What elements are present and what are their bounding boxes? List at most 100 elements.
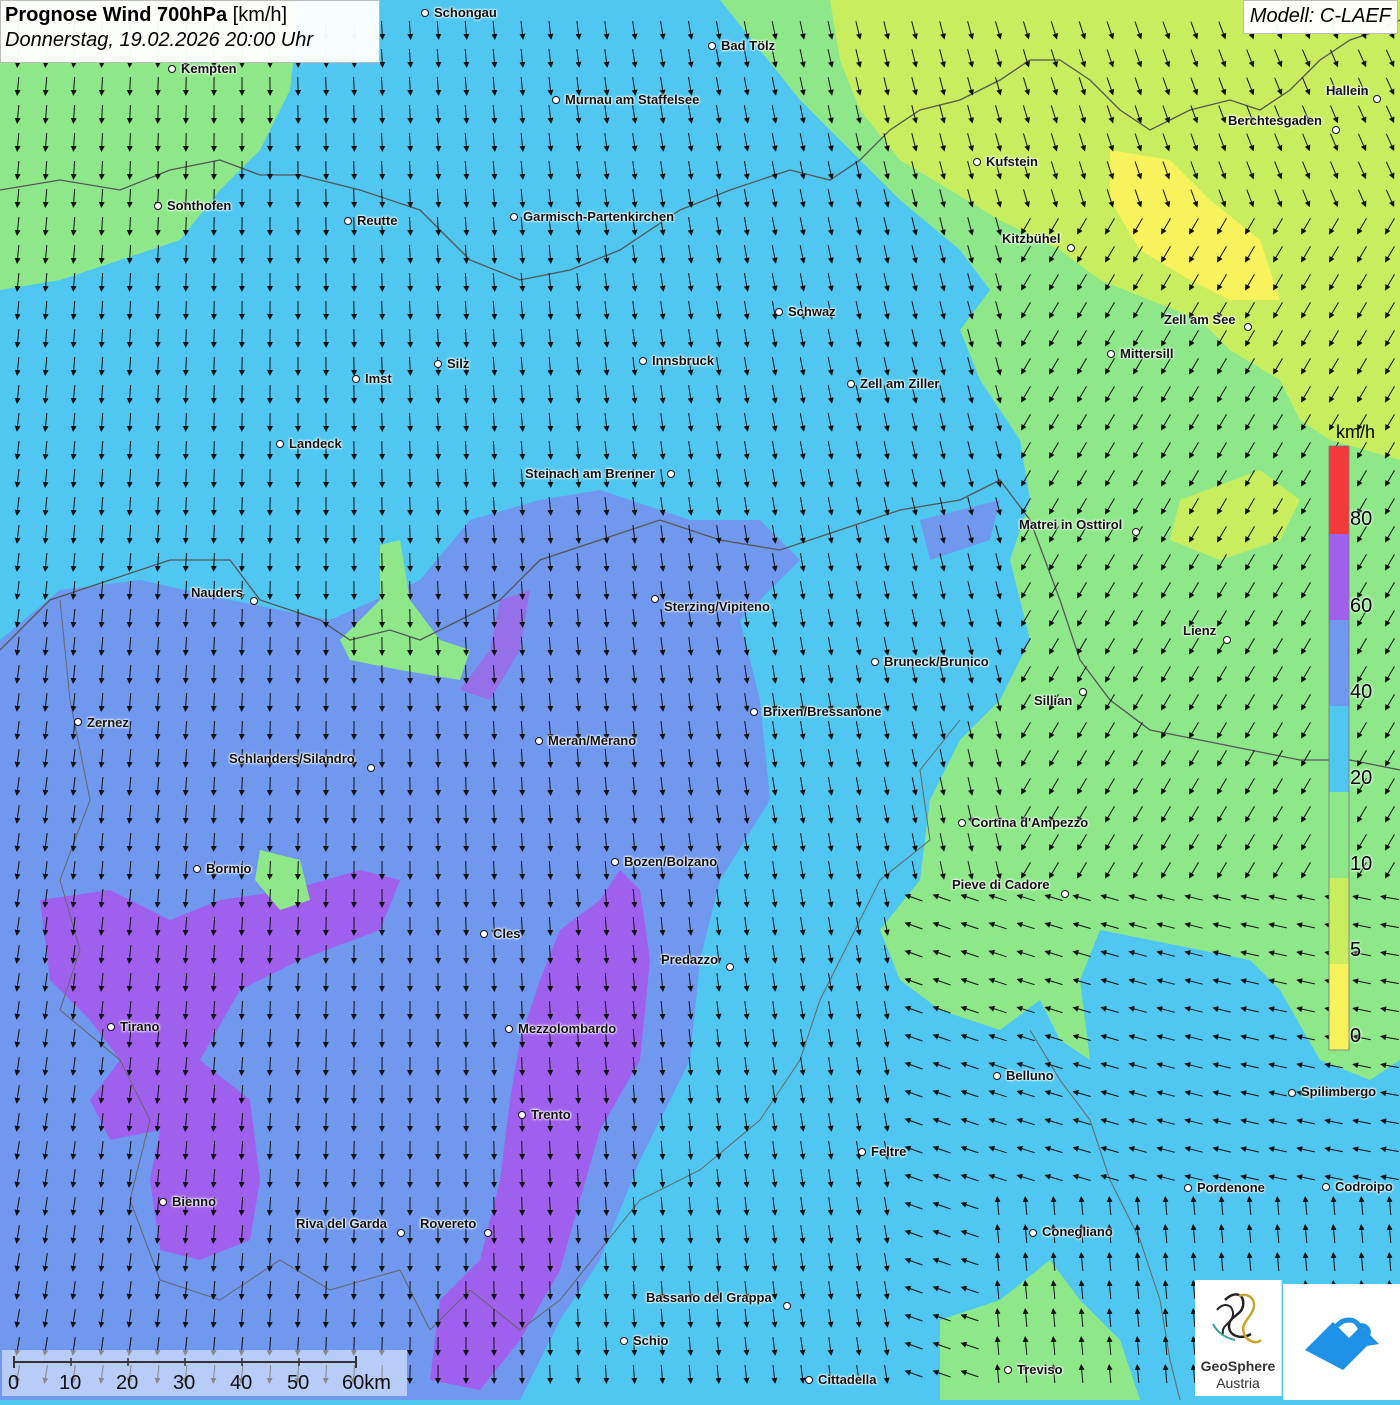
wind-arrow bbox=[494, 1001, 495, 1019]
city-marker bbox=[367, 764, 375, 772]
city-marker bbox=[993, 1072, 1001, 1080]
scale-label-30: 30 bbox=[173, 1372, 195, 1395]
wind-arrow bbox=[522, 1197, 523, 1215]
wind-arrow bbox=[326, 1169, 327, 1187]
forecast-datetime: Donnerstag, 19.02.2026 20:00 Uhr bbox=[5, 29, 375, 52]
city-marker bbox=[708, 42, 716, 50]
city-label: Schongau bbox=[434, 6, 497, 20]
city-marker bbox=[397, 1229, 405, 1237]
city-label: Schlanders/Silandro bbox=[229, 752, 355, 766]
city-marker bbox=[518, 1111, 526, 1119]
geosphere-country: Austria bbox=[1195, 1375, 1281, 1391]
city-marker bbox=[858, 1148, 866, 1156]
wind-arrow bbox=[466, 777, 467, 795]
wind-arrow bbox=[522, 1169, 523, 1187]
wind-arrow bbox=[242, 553, 243, 571]
scale-label-50: 50 bbox=[287, 1372, 309, 1395]
wind-arrow bbox=[438, 749, 439, 767]
city-marker bbox=[1079, 688, 1087, 696]
city-label: Zernez bbox=[87, 716, 129, 730]
city-marker bbox=[620, 1337, 628, 1345]
wind-arrow bbox=[158, 133, 159, 151]
wind-arrow bbox=[242, 665, 243, 683]
wind-arrow bbox=[354, 1169, 355, 1187]
wind-arrow bbox=[214, 413, 215, 431]
city-marker bbox=[1288, 1089, 1296, 1097]
city-marker bbox=[958, 819, 966, 827]
wind-arrow bbox=[298, 889, 299, 907]
city-marker bbox=[276, 440, 284, 448]
geosphere-emblem-icon bbox=[1195, 1280, 1281, 1358]
wind-arrow bbox=[326, 1141, 327, 1159]
wind-arrow bbox=[326, 1057, 327, 1075]
city-marker bbox=[1132, 528, 1140, 536]
geosphere-logo[interactable]: GeoSphere Austria bbox=[1195, 1280, 1282, 1396]
wind-arrow bbox=[354, 245, 355, 263]
city-label: Bienno bbox=[172, 1195, 216, 1209]
city-label: Trento bbox=[531, 1108, 571, 1122]
city-label: Berchtesgaden bbox=[1228, 114, 1322, 128]
city-marker bbox=[480, 930, 488, 938]
wind-arrow bbox=[270, 777, 271, 795]
wind-arrow bbox=[354, 105, 355, 123]
city-label: Imst bbox=[365, 372, 392, 386]
city-marker bbox=[484, 1229, 492, 1237]
wind-arrow bbox=[326, 1029, 327, 1047]
city-marker bbox=[535, 737, 543, 745]
wind-arrow bbox=[298, 861, 299, 879]
wind-arrow bbox=[466, 889, 467, 907]
city-label: Treviso bbox=[1017, 1363, 1063, 1377]
wind-arrow bbox=[270, 721, 271, 739]
city-label: Garmisch-Partenkirchen bbox=[523, 210, 674, 224]
scale-label-0: 0 bbox=[8, 1372, 19, 1395]
city-marker bbox=[651, 595, 659, 603]
wind-arrow bbox=[494, 1029, 495, 1047]
map-title-unit: [km/h] bbox=[227, 4, 287, 26]
city-marker bbox=[154, 202, 162, 210]
wind-arrow bbox=[326, 1085, 327, 1103]
city-marker bbox=[505, 1025, 513, 1033]
city-label: Rovereto bbox=[420, 1217, 476, 1231]
city-label: Zell am See bbox=[1164, 313, 1236, 327]
city-marker bbox=[159, 1198, 167, 1206]
city-marker bbox=[168, 65, 176, 73]
map-title: Prognose Wind 700hPa [km/h] bbox=[5, 4, 375, 27]
wind-arrow bbox=[522, 1225, 523, 1243]
city-marker bbox=[352, 375, 360, 383]
city-label: Pordenone bbox=[1197, 1181, 1265, 1195]
wind-arrow bbox=[326, 1001, 327, 1019]
wind-arrow bbox=[298, 1001, 299, 1019]
city-marker bbox=[1373, 95, 1381, 103]
wind-arrow bbox=[354, 1281, 355, 1299]
wind-arrow bbox=[466, 861, 467, 879]
wind-arrow bbox=[410, 581, 411, 599]
city-label: Kitzbühel bbox=[1002, 232, 1061, 246]
city-label: Meran/Merano bbox=[548, 734, 636, 748]
wind-arrow bbox=[438, 665, 439, 683]
weather-app-logo[interactable] bbox=[1283, 1284, 1400, 1400]
wind-arrow bbox=[214, 497, 215, 515]
city-label: Bormio bbox=[206, 862, 252, 876]
map-title-main: Prognose Wind 700hPa bbox=[5, 4, 227, 26]
wind-arrow bbox=[494, 945, 495, 963]
model-name: Modell: C-LAEF bbox=[1243, 0, 1398, 34]
scale-label-10: 10 bbox=[59, 1372, 81, 1395]
wind-arrow bbox=[354, 1309, 355, 1327]
wind-arrow bbox=[158, 161, 159, 179]
city-label: Kufstein bbox=[986, 155, 1038, 169]
city-label: Pieve di Cadore bbox=[952, 878, 1050, 892]
city-marker bbox=[973, 158, 981, 166]
city-marker bbox=[193, 865, 201, 873]
city-marker bbox=[1184, 1184, 1192, 1192]
wind-arrow bbox=[466, 833, 467, 851]
wind-arrow bbox=[326, 77, 327, 95]
city-label: Feltre bbox=[871, 1145, 906, 1159]
city-marker bbox=[250, 597, 258, 605]
city-label: Zell am Ziller bbox=[860, 377, 939, 391]
wind-arrow bbox=[522, 1141, 523, 1159]
city-marker bbox=[107, 1023, 115, 1031]
wind-arrow bbox=[550, 1337, 551, 1355]
app-logo-icon bbox=[1283, 1284, 1400, 1400]
city-label: Mittersill bbox=[1120, 347, 1173, 361]
city-label: Riva del Garda bbox=[296, 1217, 387, 1231]
